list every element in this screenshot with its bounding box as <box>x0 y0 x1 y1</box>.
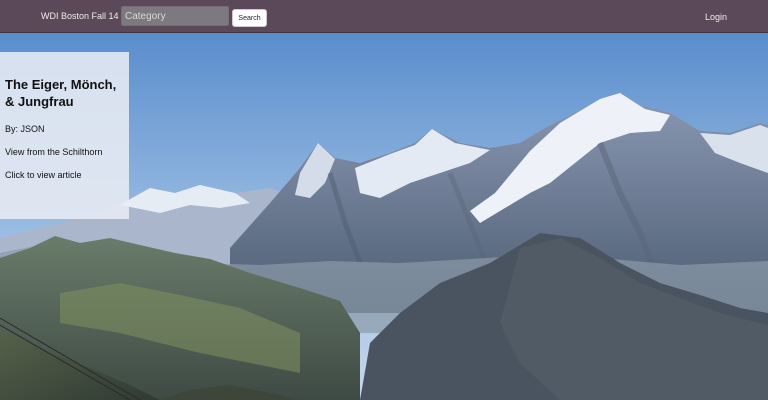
article-caption-panel: The Eiger, Mönch, & Jungfrau By: JSON Vi… <box>0 52 129 219</box>
brand-link[interactable]: WDI Boston Fall 14 <box>41 11 119 21</box>
navbar: WDI Boston Fall 14 Search Login <box>0 0 768 33</box>
view-article-link[interactable]: Click to view article <box>5 170 125 181</box>
search-button[interactable]: Search <box>232 9 267 27</box>
login-link[interactable]: Login <box>705 12 727 22</box>
article-title: The Eiger, Mönch, & Jungfrau <box>5 77 117 109</box>
category-search-input[interactable] <box>121 6 229 26</box>
article-subtitle: View from the Schilthorn <box>5 147 103 157</box>
article-author: By: JSON <box>5 124 45 134</box>
